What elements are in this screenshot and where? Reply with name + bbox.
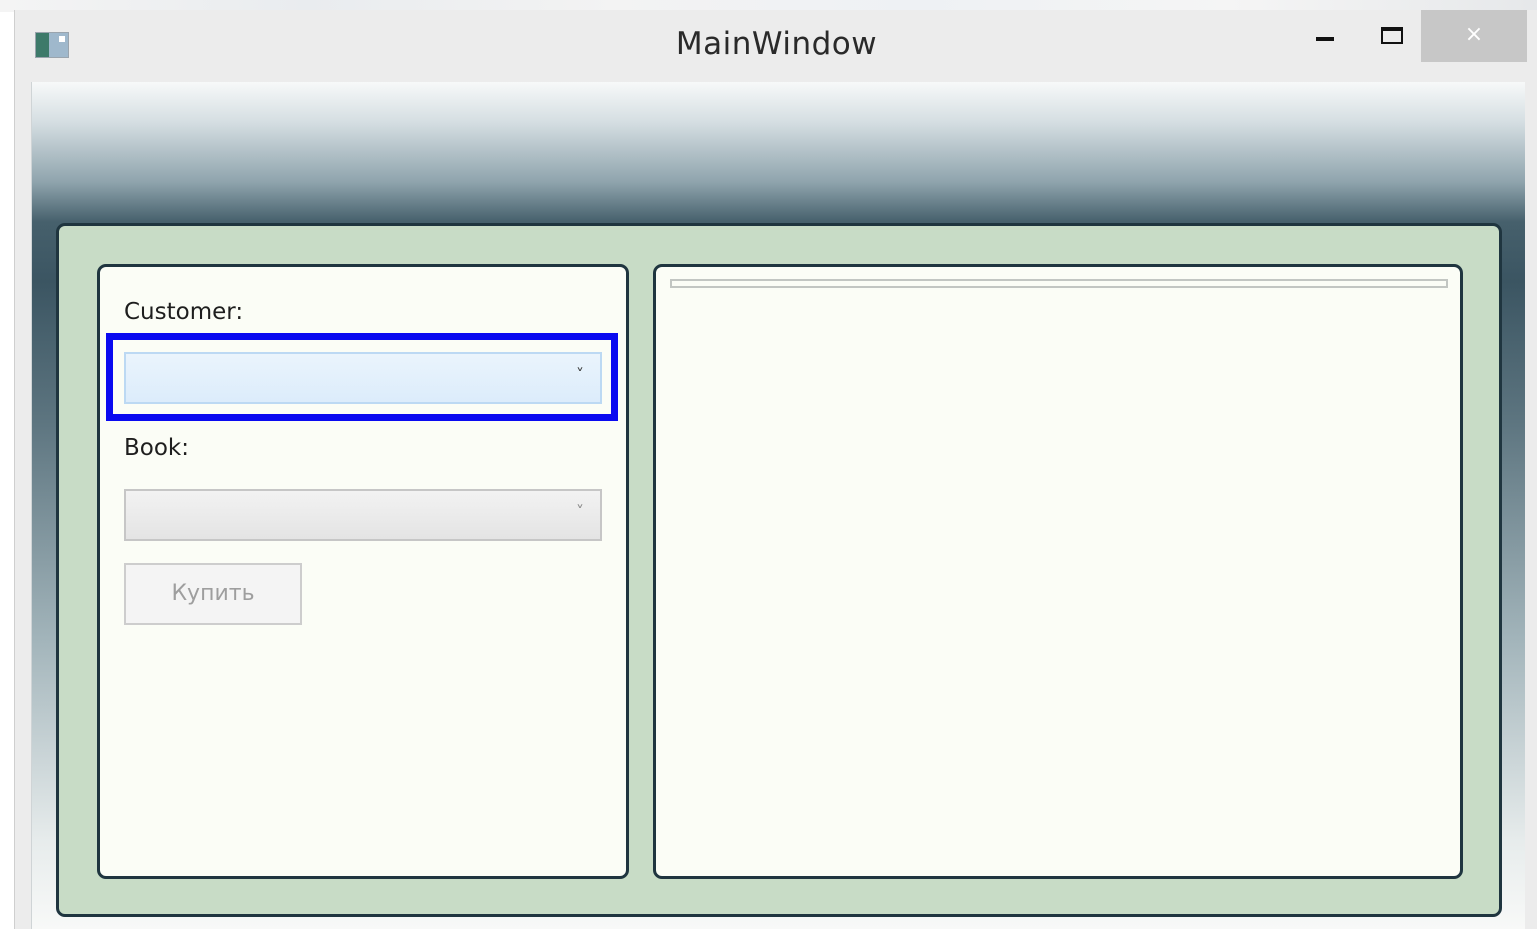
results-panel (653, 264, 1463, 879)
book-label: Book: (124, 435, 189, 461)
book-combobox[interactable]: ˅ (124, 489, 602, 541)
customer-label: Customer: (124, 299, 244, 325)
chevron-down-icon[interactable]: ˅ (576, 502, 584, 521)
buy-button[interactable]: Купить (124, 563, 302, 625)
screen: MainWindow × Customer: ˅ Book: ˅ Купить (0, 0, 1537, 929)
client-area: Customer: ˅ Book: ˅ Купить (31, 82, 1525, 929)
chevron-down-icon[interactable]: ˅ (576, 365, 584, 384)
maximize-button[interactable] (1357, 10, 1419, 62)
minimize-icon (1316, 37, 1334, 41)
maximize-icon (1381, 27, 1403, 44)
purchase-form-panel: Customer: ˅ Book: ˅ Купить (97, 264, 629, 879)
title-bar[interactable]: MainWindow × (15, 10, 1537, 82)
close-icon: × (1464, 22, 1484, 47)
outer-panel: Customer: ˅ Book: ˅ Купить (56, 223, 1502, 917)
minimize-button[interactable] (1291, 10, 1353, 62)
customer-combobox[interactable]: ˅ (124, 352, 602, 404)
close-button[interactable]: × (1421, 10, 1527, 62)
main-window: MainWindow × Customer: ˅ Book: ˅ Купить (14, 10, 1537, 929)
purchases-list[interactable] (670, 279, 1448, 288)
